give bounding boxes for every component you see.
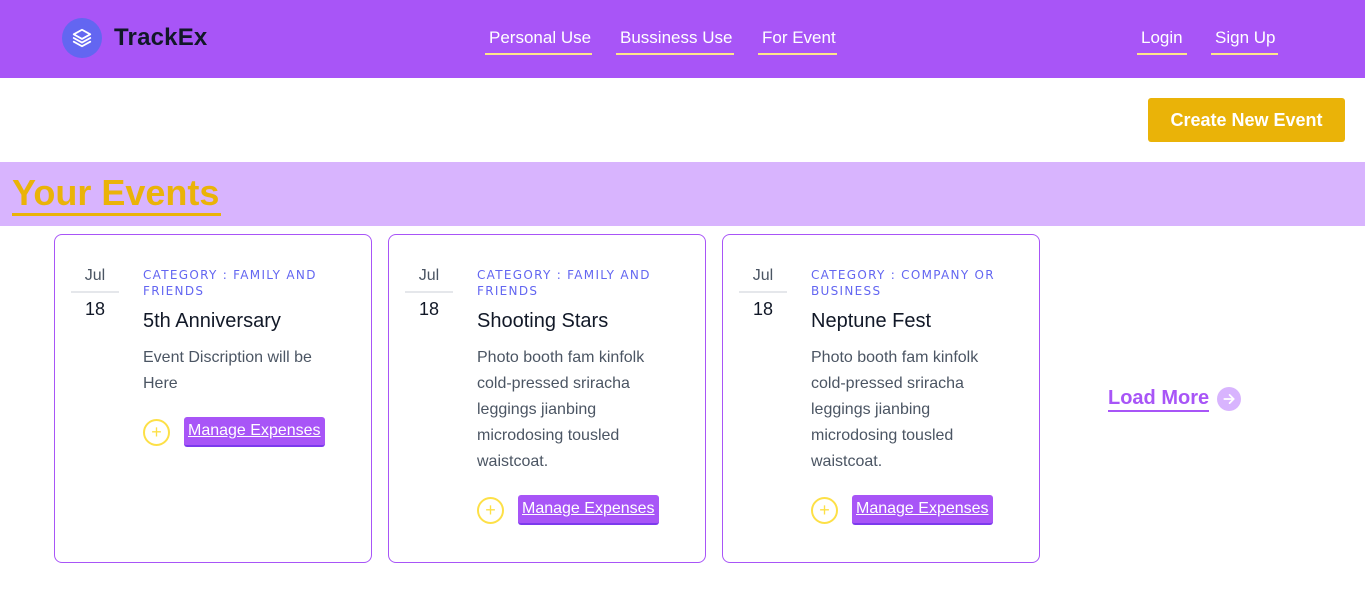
event-card-body: CATEGORY : COMPANY OR BUSINESS Neptune F… <box>811 267 1011 525</box>
event-category: CATEGORY : COMPANY OR BUSINESS <box>811 268 995 298</box>
nav-login[interactable]: Login <box>1137 27 1187 55</box>
event-day: 18 <box>84 299 106 319</box>
event-actions: + Manage Expenses <box>811 495 1011 525</box>
event-card: Jul 18 CATEGORY : COMPANY OR BUSINESS Ne… <box>722 234 1040 563</box>
event-date: Jul 18 <box>71 267 119 320</box>
event-title: Shooting Stars <box>477 310 609 332</box>
nav-business-use[interactable]: Bussiness Use <box>616 27 734 55</box>
event-month: Jul <box>405 267 453 293</box>
plus-circle-icon[interactable]: + <box>477 496 504 524</box>
event-date: Jul 18 <box>739 267 787 320</box>
load-more-link[interactable]: Load More <box>1108 386 1242 412</box>
brand-logo[interactable]: TrackEx <box>62 18 207 58</box>
event-actions: + Manage Expenses <box>143 417 343 447</box>
create-new-event-button[interactable]: Create New Event <box>1148 98 1345 142</box>
event-month: Jul <box>739 267 787 293</box>
event-actions: + Manage Expenses <box>477 495 677 525</box>
nav-sign-up[interactable]: Sign Up <box>1211 27 1278 55</box>
manage-expenses-button[interactable]: Manage Expenses <box>852 495 993 525</box>
arrow-right-circle-icon <box>1217 387 1242 411</box>
event-card-body: CATEGORY : FAMILY AND FRIENDS Shooting S… <box>477 267 677 525</box>
layers-icon <box>62 18 102 58</box>
event-description: Event Discription will be Here <box>143 349 312 392</box>
plus-circle-icon[interactable]: + <box>811 496 838 524</box>
manage-expenses-button[interactable]: Manage Expenses <box>184 417 325 447</box>
event-card: Jul 18 CATEGORY : FAMILY AND FRIENDS 5th… <box>54 234 372 563</box>
plus-circle-icon[interactable]: + <box>143 418 170 446</box>
section-title: Your Events <box>12 173 222 216</box>
manage-expenses-button[interactable]: Manage Expenses <box>518 495 659 525</box>
event-description: Photo booth fam kinfolk cold-pressed sri… <box>477 349 645 470</box>
nav-for-event[interactable]: For Event <box>758 27 837 55</box>
event-description: Photo booth fam kinfolk cold-pressed sri… <box>811 349 979 470</box>
events-section-header: Your Events <box>0 162 1365 226</box>
event-month: Jul <box>71 267 119 293</box>
event-card: Jul 18 CATEGORY : FAMILY AND FRIENDS Sho… <box>388 234 706 563</box>
event-title: 5th Anniversary <box>143 310 281 332</box>
load-more-label: Load More <box>1108 386 1210 412</box>
event-category: CATEGORY : FAMILY AND FRIENDS <box>143 268 317 298</box>
event-day: 18 <box>418 299 440 319</box>
event-title: Neptune Fest <box>811 310 932 332</box>
brand-name: TrackEx <box>114 24 208 51</box>
nav-personal-use[interactable]: Personal Use <box>485 27 592 55</box>
top-navbar: TrackEx Personal Use Bussiness Use For E… <box>0 0 1365 78</box>
event-card-body: CATEGORY : FAMILY AND FRIENDS 5th Annive… <box>143 267 343 447</box>
event-day: 18 <box>752 299 774 319</box>
event-category: CATEGORY : FAMILY AND FRIENDS <box>477 268 651 298</box>
event-date: Jul 18 <box>405 267 453 320</box>
